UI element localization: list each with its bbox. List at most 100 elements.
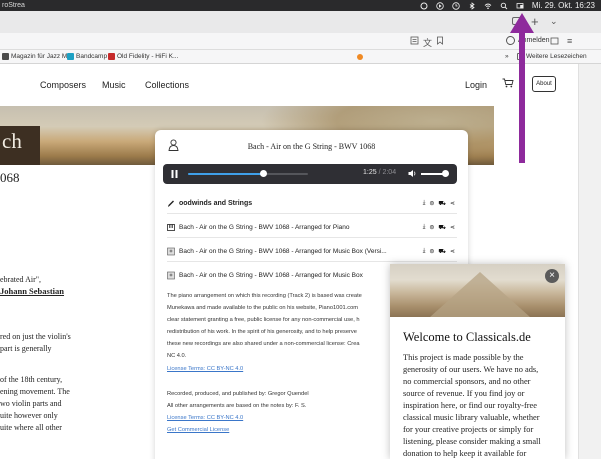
popup-text-line: classical music library valuable, whethe… bbox=[403, 413, 540, 422]
composer-link[interactable]: Johann Sebastian bbox=[0, 286, 64, 296]
window-title-fragment: roStrea bbox=[2, 2, 25, 9]
menubar-datetime[interactable]: Mi. 29. Okt. 16:23 bbox=[532, 0, 595, 11]
description-line: The piano arrangement on which this reco… bbox=[167, 293, 362, 299]
popup-text-line: donation to help keep it available for bbox=[403, 449, 527, 458]
hero-title: ch bbox=[2, 129, 22, 153]
wifi-icon[interactable] bbox=[484, 2, 492, 10]
track-row[interactable]: Bach - Air on the G String - BWV 1068 - … bbox=[167, 244, 457, 262]
player-title: Bach - Air on the G String - BWV 1068 bbox=[247, 142, 376, 151]
menu-bar: roStrea Mi. 29. Okt. 16:23 bbox=[0, 0, 601, 11]
bookmark-item[interactable]: Magazin für Jazz M... bbox=[2, 53, 73, 60]
login-link[interactable]: Login bbox=[465, 80, 487, 90]
popup-text-line: no commercial sponsors, and no other bbox=[403, 377, 531, 386]
track-actions: ⤓ ⊜ ⛟ ⋖ bbox=[423, 200, 455, 208]
cart-icon[interactable]: ⛟ bbox=[438, 224, 446, 232]
translate-icon[interactable]: 文 bbox=[423, 36, 432, 49]
volume-icon[interactable] bbox=[408, 169, 417, 178]
music-box-icon bbox=[167, 247, 175, 256]
cart-icon[interactable]: ⛟ bbox=[438, 200, 446, 208]
page-scrollbar[interactable] bbox=[578, 64, 601, 459]
music-box-icon bbox=[167, 271, 175, 280]
work-subtitle: 068 bbox=[0, 170, 20, 185]
share-icon[interactable]: ⋖ bbox=[450, 224, 455, 232]
intro-text-line: wo violin parts and bbox=[0, 399, 62, 408]
description-line: clear statement granting a free, public … bbox=[167, 317, 360, 323]
track-title[interactable]: Bach - Air on the G String - BWV 1068 - … bbox=[179, 224, 350, 231]
piano-icon bbox=[167, 224, 175, 231]
search-icon[interactable] bbox=[500, 2, 508, 10]
intro-text-line: uite however only bbox=[0, 411, 58, 420]
popup-text-line: inspiration here, or find our royalty-fr… bbox=[403, 401, 537, 410]
download-icon[interactable]: ⤓ bbox=[423, 248, 426, 256]
license-terms-link[interactable]: License Terms: CC BY-NC 4.0 bbox=[167, 414, 243, 423]
progress-slider[interactable] bbox=[188, 170, 308, 177]
description-line: Munekawa and made available to the publi… bbox=[167, 305, 358, 311]
pause-button[interactable] bbox=[171, 170, 178, 178]
download-icon[interactable]: ⤓ bbox=[423, 224, 426, 232]
license-icon[interactable]: ⊜ bbox=[429, 200, 434, 208]
download-icon[interactable]: ⤓ bbox=[423, 200, 426, 208]
track-actions: ⤓ ⊜ ⛟ ⋖ bbox=[423, 224, 455, 232]
track-actions: ⤓ ⊜ ⛟ ⋖ bbox=[423, 248, 455, 256]
track-title[interactable]: Bach - Air on the G String - BWV 1068 - … bbox=[179, 248, 387, 255]
cart-icon[interactable]: ⛟ bbox=[438, 248, 446, 256]
popup-title: Welcome to Classicals.de bbox=[403, 330, 531, 344]
bookmark-label: Magazin für Jazz M... bbox=[11, 53, 73, 60]
nav-collections[interactable]: Collections bbox=[145, 80, 189, 90]
welcome-popup: × Welcome to Classicals.de This project … bbox=[390, 264, 565, 459]
license-terms-link[interactable]: License Terms: CC BY-NC 4.0 bbox=[167, 365, 243, 374]
share-icon[interactable]: ⋖ bbox=[450, 200, 455, 208]
bookmark-star-icon[interactable] bbox=[436, 36, 444, 45]
bookmark-item[interactable]: Bandcamp bbox=[67, 53, 107, 60]
progress-handle[interactable] bbox=[260, 170, 267, 177]
annotation-arrow-icon bbox=[510, 13, 534, 163]
popup-mountain bbox=[430, 272, 530, 317]
license-icon[interactable]: ⊜ bbox=[429, 248, 434, 256]
bookmark-label: Bandcamp bbox=[76, 53, 108, 60]
intro-text-line: red on just the violin's bbox=[0, 332, 71, 341]
nav-composers[interactable]: Composers bbox=[40, 80, 86, 90]
intro-text-line: uite where all other bbox=[0, 423, 62, 432]
audio-player: 1:25 / 2:04 bbox=[163, 164, 457, 184]
intro-text-line: of the 18th century, bbox=[0, 375, 63, 384]
share-icon[interactable]: ⋖ bbox=[450, 248, 455, 256]
track-title[interactable]: Bach - Air on the G String - BWV 1068 - … bbox=[179, 272, 363, 279]
commercial-license-link[interactable]: Get Commercial License bbox=[167, 426, 229, 435]
intro-text-line: ening movement. The bbox=[0, 387, 70, 396]
credits-line: Recorded, produced, and published by: Gr… bbox=[167, 391, 309, 397]
popup-text-line: This project is made possible by the bbox=[403, 353, 524, 362]
bookmark-favicon bbox=[67, 53, 74, 60]
popup-text-line: generosity of our users. We have no ads, bbox=[403, 365, 539, 374]
play-status-icon[interactable] bbox=[436, 1, 444, 10]
license-icon[interactable]: ⊜ bbox=[429, 224, 434, 232]
screen-mirroring-icon[interactable] bbox=[516, 2, 524, 10]
bluetooth-icon[interactable] bbox=[468, 1, 476, 10]
pencil-icon[interactable] bbox=[167, 199, 175, 208]
status-area: Mi. 29. Okt. 16:23 bbox=[420, 0, 595, 11]
intro-text-line: ebrated Air", bbox=[0, 275, 42, 284]
description-line: redistribution of his work. In the spiri… bbox=[167, 329, 357, 335]
description-line: these new recordings are also shared und… bbox=[167, 341, 360, 347]
track-group-title: oodwinds and Strings bbox=[179, 200, 253, 207]
bookmark-favicon bbox=[108, 53, 115, 60]
popup-painting bbox=[390, 264, 565, 317]
extensions-icon[interactable] bbox=[550, 36, 559, 45]
bookmark-label: Old Fidelity - HiFi K... bbox=[117, 53, 179, 60]
credits-line: All other arrangements are based on the … bbox=[167, 403, 307, 409]
bookmark-favicon bbox=[2, 53, 9, 60]
clock-status-icon[interactable] bbox=[452, 1, 460, 10]
popup-text-line: source of revenue. If you find joy or bbox=[403, 389, 525, 398]
extension-favicon-icon[interactable] bbox=[357, 54, 363, 60]
reader-view-icon[interactable] bbox=[410, 36, 419, 45]
volume-handle[interactable] bbox=[441, 170, 449, 177]
time-current: 1:25 bbox=[363, 169, 377, 176]
menu-icon[interactable]: ≡ bbox=[567, 36, 572, 46]
control-center-icon[interactable] bbox=[420, 2, 428, 10]
track-row[interactable]: Bach - Air on the G String - BWV 1068 - … bbox=[167, 220, 457, 238]
close-icon[interactable]: × bbox=[545, 269, 559, 283]
nav-music[interactable]: Music bbox=[102, 80, 126, 90]
chevron-down-icon[interactable]: ⌄ bbox=[550, 16, 558, 27]
volume-slider[interactable] bbox=[421, 170, 449, 177]
bookmark-item[interactable]: Old Fidelity - HiFi K... bbox=[108, 53, 178, 60]
intro-text-line: part is generally bbox=[0, 344, 52, 353]
